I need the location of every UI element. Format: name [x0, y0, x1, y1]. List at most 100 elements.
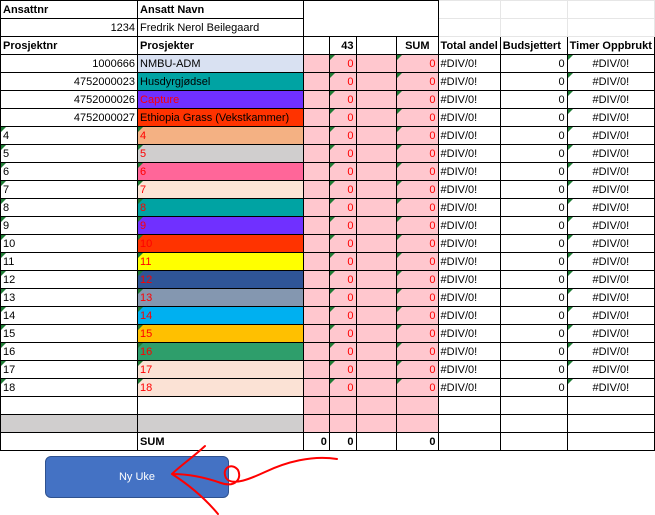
sum-cell[interactable]: 0 [396, 306, 439, 325]
total-share-cell[interactable]: #DIV/0! [437, 198, 501, 217]
week-hours-cell[interactable]: 0 [328, 360, 357, 379]
blank-cell[interactable] [355, 360, 398, 379]
sum-cell[interactable]: 0 [396, 342, 439, 361]
employee-name-value[interactable]: Fredrik Nerol Beilegaard [137, 18, 304, 37]
hours-used-cell[interactable]: #DIV/0! [566, 126, 655, 145]
week-hours-cell[interactable]: 0 [328, 90, 357, 109]
blank-cell[interactable] [302, 360, 330, 379]
blank-cell[interactable] [302, 252, 330, 271]
employee-no-value[interactable]: 1234 [0, 18, 139, 37]
project-name-cell[interactable]: NMBU-ADM [137, 54, 304, 73]
project-no-cell[interactable]: 4752000023 [0, 72, 139, 91]
total-share-cell[interactable]: #DIV/0! [437, 180, 501, 199]
employee-name-label[interactable]: Ansatt Navn [137, 0, 304, 19]
budgeted-cell[interactable]: 0 [499, 90, 568, 109]
blank-cell[interactable] [302, 288, 330, 307]
sum-cell[interactable]: 0 [396, 90, 439, 109]
empty-cell[interactable] [437, 0, 501, 19]
col-header-project-no[interactable]: Prosjektnr [0, 36, 139, 55]
blank-cell[interactable] [355, 324, 398, 343]
blank-cell[interactable] [302, 180, 330, 199]
empty-cell[interactable] [328, 396, 357, 415]
sum-cell[interactable]: 0 [396, 216, 439, 235]
week-hours-cell[interactable]: 0 [328, 162, 357, 181]
sum-total-cell[interactable]: 0 [396, 432, 439, 451]
empty-cell[interactable] [437, 414, 501, 433]
blank-cell[interactable] [355, 306, 398, 325]
hours-used-cell[interactable]: #DIV/0! [566, 72, 655, 91]
sum-cell[interactable]: 0 [396, 234, 439, 253]
empty-cell[interactable] [499, 396, 568, 415]
project-no-cell[interactable]: 18 [0, 378, 139, 397]
budgeted-cell[interactable]: 0 [499, 270, 568, 289]
hours-used-cell[interactable]: #DIV/0! [566, 378, 655, 397]
total-share-cell[interactable]: #DIV/0! [437, 306, 501, 325]
budgeted-cell[interactable]: 0 [499, 378, 568, 397]
col-header-budgeted[interactable]: Budsjettert [499, 36, 568, 55]
empty-cell[interactable] [499, 0, 568, 19]
total-share-cell[interactable]: #DIV/0! [437, 288, 501, 307]
blank-cell[interactable] [302, 378, 330, 397]
blank-cell[interactable] [355, 72, 398, 91]
budgeted-cell[interactable]: 0 [499, 216, 568, 235]
project-name-cell[interactable]: 7 [137, 180, 304, 199]
blank-cell[interactable] [355, 252, 398, 271]
total-share-cell[interactable]: #DIV/0! [437, 252, 501, 271]
total-share-cell[interactable]: #DIV/0! [437, 216, 501, 235]
empty-cell[interactable] [396, 414, 439, 433]
hours-used-cell[interactable]: #DIV/0! [566, 306, 655, 325]
project-name-cell[interactable]: 8 [137, 198, 304, 217]
project-no-cell[interactable]: 4752000027 [0, 108, 139, 127]
project-name-cell[interactable]: 13 [137, 288, 304, 307]
blank-cell[interactable] [302, 72, 330, 91]
empty-cell[interactable] [302, 414, 330, 433]
week-hours-cell[interactable]: 0 [328, 306, 357, 325]
blank-total-cell[interactable]: 0 [302, 432, 330, 451]
week-hours-cell[interactable]: 0 [328, 270, 357, 289]
empty-cell[interactable] [566, 414, 655, 433]
blank-cell[interactable] [355, 126, 398, 145]
hours-used-cell[interactable]: #DIV/0! [566, 288, 655, 307]
hours-used-cell[interactable]: #DIV/0! [566, 90, 655, 109]
total-share-cell[interactable]: #DIV/0! [437, 270, 501, 289]
empty-cell[interactable] [396, 396, 439, 415]
col-header-week[interactable]: 43 [328, 36, 357, 55]
budgeted-cell[interactable]: 0 [499, 306, 568, 325]
project-no-cell[interactable]: 6 [0, 162, 139, 181]
blank-cell[interactable] [355, 234, 398, 253]
total-share-cell[interactable]: #DIV/0! [437, 378, 501, 397]
project-name-cell[interactable]: 10 [137, 234, 304, 253]
project-name-cell[interactable]: 11 [137, 252, 304, 271]
budgeted-cell[interactable]: 0 [499, 180, 568, 199]
blank-cell[interactable] [355, 144, 398, 163]
budgeted-cell[interactable]: 0 [499, 144, 568, 163]
project-no-cell[interactable]: 7 [0, 180, 139, 199]
blank-cell[interactable] [302, 162, 330, 181]
empty-cell[interactable] [566, 432, 655, 451]
blank-cell[interactable] [355, 288, 398, 307]
project-no-cell[interactable]: 11 [0, 252, 139, 271]
employee-no-label[interactable]: Ansattnr [0, 0, 139, 19]
sum-cell[interactable]: 0 [396, 324, 439, 343]
blank-cell[interactable] [355, 342, 398, 361]
blank-cell[interactable] [302, 108, 330, 127]
empty-cell[interactable] [355, 432, 398, 451]
hours-used-cell[interactable]: #DIV/0! [566, 324, 655, 343]
blank-cell[interactable] [355, 54, 398, 73]
blank-cell[interactable] [355, 180, 398, 199]
project-name-cell[interactable]: Ethiopia Grass (Vekstkammer) [137, 108, 304, 127]
project-no-cell[interactable]: 14 [0, 306, 139, 325]
project-name-cell[interactable]: Husdyrgjødsel [137, 72, 304, 91]
blank-cell[interactable] [302, 90, 330, 109]
empty-cell[interactable] [355, 414, 398, 433]
week-hours-cell[interactable]: 0 [328, 198, 357, 217]
header-blank-cell[interactable] [302, 0, 439, 37]
blank-cell[interactable] [302, 216, 330, 235]
project-name-cell[interactable]: 12 [137, 270, 304, 289]
budgeted-cell[interactable]: 0 [499, 360, 568, 379]
project-name-cell[interactable]: 9 [137, 216, 304, 235]
sum-cell[interactable]: 0 [396, 126, 439, 145]
project-no-cell[interactable]: 1000666 [0, 54, 139, 73]
empty-cell[interactable] [499, 432, 568, 451]
empty-cell[interactable] [437, 18, 501, 37]
